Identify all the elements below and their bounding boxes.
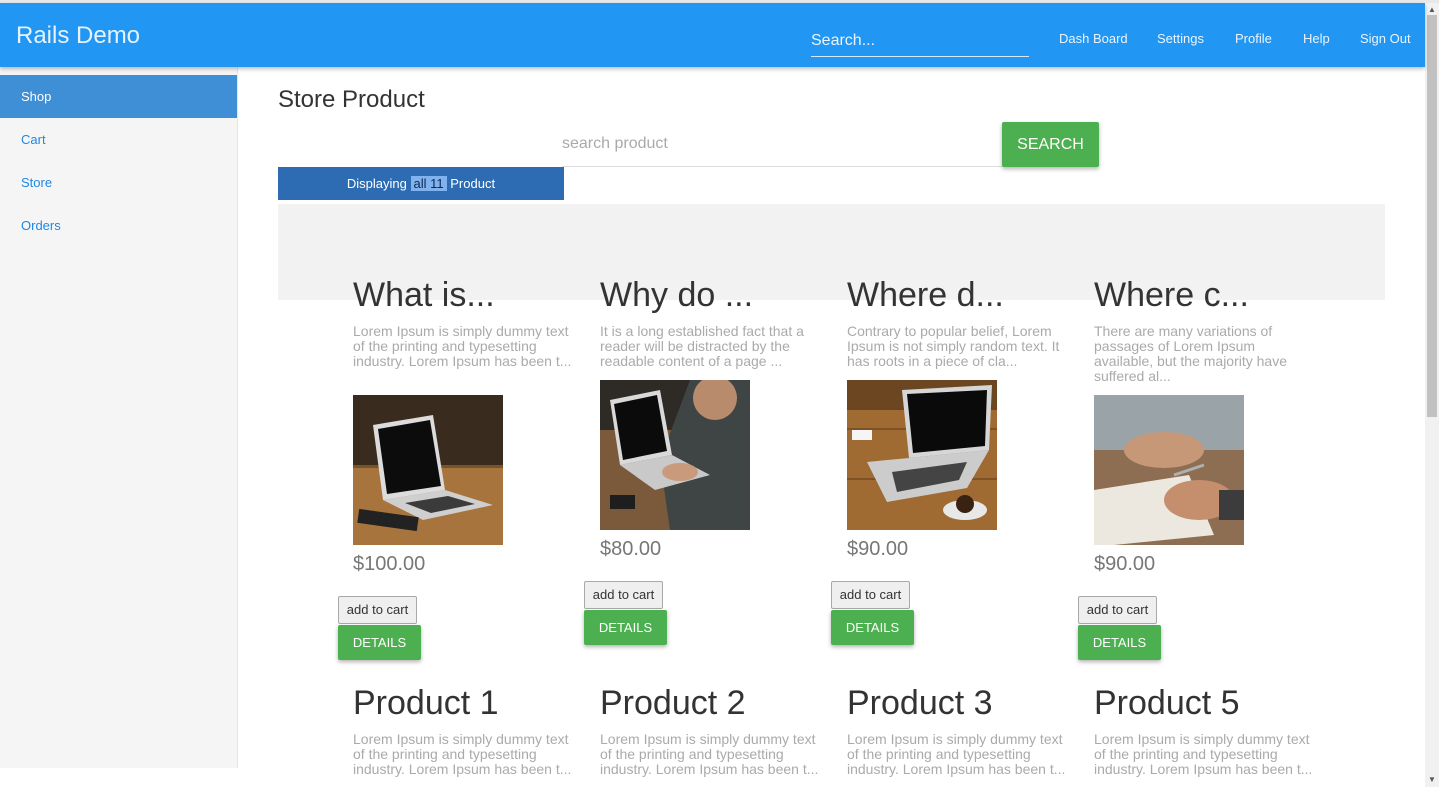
product-price: $80.00 — [600, 538, 662, 560]
scroll-down-arrow-icon[interactable]: ▼ — [1428, 775, 1436, 784]
product-description: It is a long established fact that a rea… — [600, 323, 804, 369]
sidebar: Shop Cart Store Orders — [0, 67, 238, 768]
product-title: Product 5 — [1094, 684, 1240, 722]
sidebar-item-cart[interactable]: Cart — [0, 118, 237, 161]
sidebar-item-orders[interactable]: Orders — [0, 204, 237, 247]
add-to-cart-button[interactable]: add to cart — [831, 581, 910, 609]
product-description: Lorem Ipsum is simply dummy text of the … — [353, 323, 572, 369]
product-image — [1094, 395, 1244, 545]
add-to-cart-button[interactable]: add to cart — [584, 581, 663, 609]
product-image — [847, 380, 997, 530]
search-button[interactable]: SEARCH — [1002, 122, 1099, 167]
product-image — [600, 380, 750, 530]
page-scrollbar[interactable]: ▲ ▼ — [1425, 3, 1439, 787]
product-title: Product 2 — [600, 684, 746, 722]
product-description: Lorem Ipsum is simply dummy text of the … — [847, 731, 1066, 777]
details-button[interactable]: DETAILS — [1078, 625, 1161, 660]
nav-profile[interactable]: Profile — [1235, 31, 1272, 46]
scrollbar-thumb[interactable] — [1427, 15, 1437, 417]
product-description: Contrary to popular belief, Lorem Ipsum … — [847, 323, 1060, 369]
product-search-input[interactable] — [562, 122, 1002, 167]
nav-sign-out[interactable]: Sign Out — [1360, 31, 1411, 46]
product-description: Lorem Ipsum is simply dummy text of the … — [600, 731, 819, 777]
product-price: $90.00 — [1094, 553, 1156, 575]
product-title: Where d... — [847, 276, 1004, 314]
details-button[interactable]: DETAILS — [338, 625, 421, 660]
add-to-cart-button[interactable]: add to cart — [338, 596, 417, 624]
product-title: What is... — [353, 276, 495, 314]
display-count-bar: Displaying all 11 Product — [278, 167, 564, 200]
sidebar-item-shop[interactable]: Shop — [0, 75, 237, 118]
top-navbar: Rails Demo Dash Board Settings Profile H… — [0, 3, 1425, 67]
product-title: Why do ... — [600, 276, 754, 314]
details-button[interactable]: DETAILS — [584, 610, 667, 645]
product-description: There are many variations of passages of… — [1094, 323, 1287, 384]
add-to-cart-button[interactable]: add to cart — [1078, 596, 1157, 624]
brand-logo[interactable]: Rails Demo — [16, 22, 140, 50]
product-title: Product 3 — [847, 684, 993, 722]
details-button[interactable]: DETAILS — [831, 610, 914, 645]
scroll-up-arrow-icon[interactable]: ▲ — [1428, 5, 1436, 14]
page-title: Store Product — [278, 86, 425, 113]
sidebar-item-store[interactable]: Store — [0, 161, 237, 204]
product-title: Product 1 — [353, 684, 499, 722]
product-price: $100.00 — [353, 553, 426, 575]
nav-dashboard[interactable]: Dash Board — [1059, 31, 1128, 46]
display-suffix: Product — [450, 176, 496, 191]
product-price: $90.00 — [847, 538, 909, 560]
product-image — [353, 395, 503, 545]
display-prefix: Displaying — [346, 176, 407, 191]
product-title: Where c... — [1094, 276, 1249, 314]
nav-help[interactable]: Help — [1303, 31, 1330, 46]
product-description: Lorem Ipsum is simply dummy text of the … — [1094, 731, 1313, 777]
header-search-input[interactable] — [811, 25, 1029, 57]
nav-settings[interactable]: Settings — [1157, 31, 1204, 46]
product-description: Lorem Ipsum is simply dummy text of the … — [353, 731, 572, 777]
display-count-highlight: all 11 — [410, 176, 447, 191]
